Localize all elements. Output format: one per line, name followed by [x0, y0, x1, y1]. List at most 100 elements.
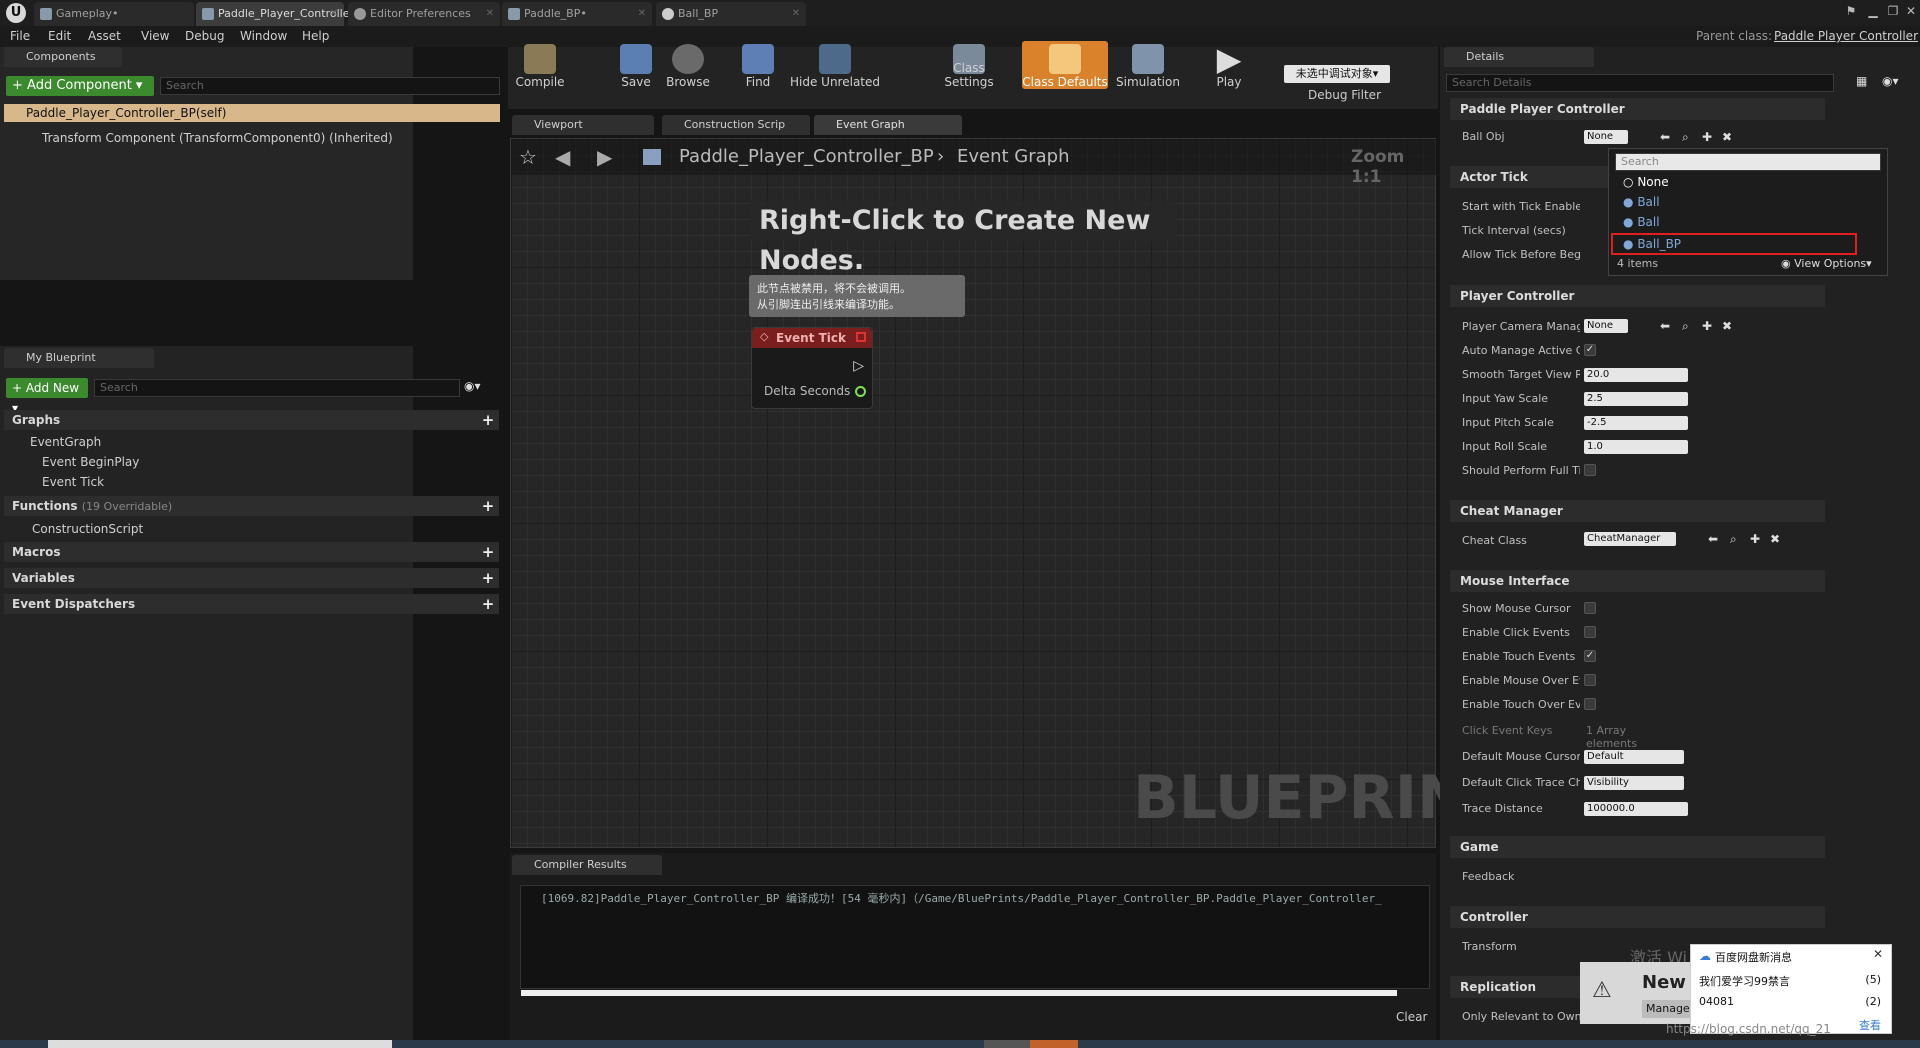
menu-view[interactable]: View	[141, 29, 169, 43]
close-icon[interactable]: ✕	[792, 2, 800, 26]
details-tab[interactable]: Details	[1444, 47, 1594, 67]
add-function-icon[interactable]: +	[481, 499, 495, 514]
tab-paddle-player-controller[interactable]: Paddle_Player_Controlle• ✕	[196, 2, 356, 26]
event-beginplay-item[interactable]: Event BeginPlay	[42, 455, 139, 469]
close-icon[interactable]: ✕	[638, 2, 646, 26]
debug-object-select[interactable]: 未选中调试对象▾	[1284, 65, 1390, 83]
hide-unrelated-button[interactable]: Hide Unrelated	[790, 41, 880, 89]
minimize-button[interactable]: ▁	[1864, 2, 1882, 20]
new-notification-popup[interactable]: ⚠ New Manage	[1580, 962, 1700, 1024]
back-arrow-icon[interactable]: ◀	[555, 145, 570, 169]
show-cursor-checkbox[interactable]	[1584, 602, 1596, 614]
play-button[interactable]: ▶ Play	[1204, 41, 1254, 89]
use-selected-arrow-icon[interactable]: ⬅	[1660, 319, 1670, 333]
details-search-input[interactable]: Search Details	[1446, 74, 1834, 92]
notification-row-1[interactable]: 我们爱学习99禁言	[1699, 973, 1790, 989]
exec-pin-icon[interactable]: ▷	[853, 358, 864, 374]
add-component-button[interactable]: + Add Component ▾	[6, 76, 154, 96]
smooth-target-field[interactable]: 20.0	[1584, 368, 1688, 382]
asset-option-none[interactable]: ○ None	[1623, 175, 1669, 189]
maximize-button[interactable]: ❐	[1884, 2, 1902, 20]
graphs-section[interactable]: Graphs +	[4, 410, 499, 430]
grid-view-icon[interactable]: ▦	[1856, 74, 1867, 88]
browse-magnifier-icon[interactable]: ⌕	[1682, 319, 1689, 334]
transform-item[interactable]: Transform	[1462, 940, 1580, 953]
class-settings-button[interactable]: Class Settings	[928, 41, 1010, 89]
trace-distance-field[interactable]: 100000.0	[1584, 802, 1688, 816]
clear-x-icon[interactable]: ✖	[1770, 532, 1780, 546]
click-keys-label[interactable]: Click Event Keys	[1462, 724, 1580, 737]
construction-script-item[interactable]: ConstructionScript	[32, 522, 143, 536]
add-icon[interactable]: ✚	[1702, 130, 1712, 144]
event-graph-canvas[interactable]: ☆ ◀ ▶ Paddle_Player_Controller_BP › Even…	[510, 138, 1508, 848]
use-selected-arrow-icon[interactable]: ⬅	[1708, 532, 1718, 546]
compiler-results-tab[interactable]: Compiler Results	[512, 855, 662, 875]
macros-section[interactable]: Macros +	[4, 542, 499, 562]
browse-magnifier-icon[interactable]: ⌕	[1730, 532, 1737, 547]
browse-button[interactable]: Browse	[662, 41, 714, 89]
use-selected-arrow-icon[interactable]: ⬅	[1660, 130, 1670, 144]
find-button[interactable]: Find	[736, 41, 780, 89]
trace-channel-select[interactable]: Visibility	[1584, 776, 1684, 790]
tab-ball-bp[interactable]: Ball_BP ✕	[656, 2, 806, 26]
class-defaults-button[interactable]: Class Defaults	[1022, 41, 1108, 89]
parent-class-link[interactable]: Paddle Player Controller	[1774, 29, 1918, 43]
star-icon[interactable]: ☆	[519, 145, 537, 169]
clear-x-icon[interactable]: ✖	[1722, 130, 1732, 144]
forward-arrow-icon[interactable]: ▶	[597, 145, 612, 169]
taskbar-app-1[interactable]	[984, 1040, 1030, 1048]
asset-option-ball-2[interactable]: ● Ball	[1623, 215, 1660, 229]
eye-icon[interactable]: ◉▾	[1882, 74, 1899, 88]
ball-obj-select[interactable]: None	[1584, 130, 1628, 144]
horizontal-scrollbar[interactable]	[521, 990, 1397, 996]
view-options-button[interactable]: ◉ View Options▾	[1781, 257, 1872, 270]
taskbar-app-2[interactable]	[1030, 1040, 1078, 1048]
baidu-notification[interactable]: ☁ 百度网盘新消息 ✕ 我们爱学习99禁言 (5) 04081 (2) 查看	[1690, 944, 1892, 1034]
event-dispatchers-section[interactable]: Event Dispatchers +	[4, 594, 499, 614]
section-mouse-interface[interactable]: Mouse Interface	[1450, 570, 1825, 592]
pitch-scale-field[interactable]: -2.5	[1584, 416, 1688, 430]
breadcrumb-blueprint[interactable]: Paddle_Player_Controller_BP	[679, 146, 934, 167]
tab-viewport[interactable]: Viewport	[512, 115, 654, 135]
add-new-button[interactable]: + Add New ▾	[6, 378, 88, 415]
section-player-controller[interactable]: Player Controller	[1450, 285, 1825, 307]
float-pin-icon[interactable]	[855, 386, 866, 397]
add-icon[interactable]: ✚	[1750, 532, 1760, 546]
notification-icon[interactable]: ⚑	[1842, 2, 1860, 20]
touch-over-checkbox[interactable]	[1584, 698, 1596, 710]
menu-edit[interactable]: Edit	[48, 29, 71, 43]
variables-section[interactable]: Variables +	[4, 568, 499, 588]
functions-section[interactable]: Functions (19 Overridable) +	[4, 496, 499, 516]
add-macro-icon[interactable]: +	[481, 545, 495, 560]
my-blueprint-tab[interactable]: My Blueprint	[4, 348, 154, 368]
tab-construction-script[interactable]: Construction Scrip	[662, 115, 810, 135]
browse-magnifier-icon[interactable]: ⌕	[1682, 130, 1689, 145]
menu-asset[interactable]: Asset	[88, 29, 121, 43]
blueprint-search-input[interactable]: Search	[94, 379, 460, 397]
event-graph-item[interactable]: EventGraph	[30, 435, 101, 449]
asset-option-ball-bp[interactable]: ● Ball_BP	[1611, 233, 1857, 255]
add-graph-icon[interactable]: +	[481, 413, 495, 428]
view-link[interactable]: 查看	[1859, 1017, 1881, 1033]
manage-button[interactable]: Manage	[1642, 1000, 1696, 1018]
components-search-input[interactable]: Search	[160, 77, 500, 95]
asset-option-ball[interactable]: ● Ball	[1623, 195, 1660, 209]
compile-button[interactable]: Compile	[512, 41, 568, 89]
simulation-button[interactable]: Simulation	[1116, 41, 1180, 89]
eye-icon[interactable]: ◉▾	[464, 379, 481, 393]
menu-debug[interactable]: Debug	[185, 29, 224, 43]
component-self-item[interactable]: Paddle_Player_Controller_BP(self)	[4, 104, 500, 122]
menu-file[interactable]: File	[10, 29, 30, 43]
touch-events-checkbox[interactable]: ✓	[1584, 650, 1596, 662]
tab-paddle-bp[interactable]: Paddle_BP• ✕	[502, 2, 652, 26]
camera-manager-select[interactable]: None	[1584, 319, 1628, 333]
auto-manage-checkbox[interactable]: ✓	[1584, 344, 1596, 356]
event-tick-node[interactable]: Event Tick ◇ ▷ Delta Seconds	[751, 327, 873, 409]
add-dispatcher-icon[interactable]: +	[481, 597, 495, 612]
save-button[interactable]: Save	[614, 41, 658, 89]
add-icon[interactable]: ✚	[1702, 319, 1712, 333]
section-cheat-manager[interactable]: Cheat Manager	[1450, 500, 1825, 522]
add-variable-icon[interactable]: +	[481, 571, 495, 586]
roll-scale-field[interactable]: 1.0	[1584, 440, 1688, 454]
section-paddle-player-controller[interactable]: Paddle Player Controller	[1450, 98, 1825, 120]
